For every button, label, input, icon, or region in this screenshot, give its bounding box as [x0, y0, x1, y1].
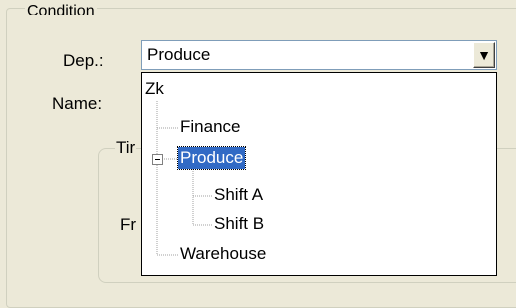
- tree-node-produce[interactable]: Produce: [176, 146, 247, 170]
- from-label: Fr: [120, 215, 137, 234]
- condition-legend: Condition: [25, 3, 97, 15]
- tree-node-root[interactable]: Zk: [145, 79, 164, 99]
- department-tree-dropdown[interactable]: Zk Finance Produce Shift A Shift B Wareh…: [141, 72, 497, 276]
- time-legend: Tir: [115, 138, 137, 158]
- department-label: Dep.:: [63, 51, 104, 70]
- department-combobox[interactable]: Produce ▼: [141, 40, 497, 70]
- tree-node-finance[interactable]: Finance: [180, 117, 240, 137]
- tree-node-shift-a[interactable]: Shift A: [214, 185, 263, 205]
- name-label: Name:: [52, 94, 103, 113]
- department-combobox-value: Produce: [147, 45, 211, 64]
- collapse-icon[interactable]: [152, 154, 163, 165]
- tree-node-shift-b[interactable]: Shift B: [214, 214, 264, 234]
- dropdown-button[interactable]: ▼: [473, 42, 495, 68]
- tree-node-warehouse[interactable]: Warehouse: [180, 244, 266, 264]
- chevron-down-icon: ▼: [477, 47, 491, 63]
